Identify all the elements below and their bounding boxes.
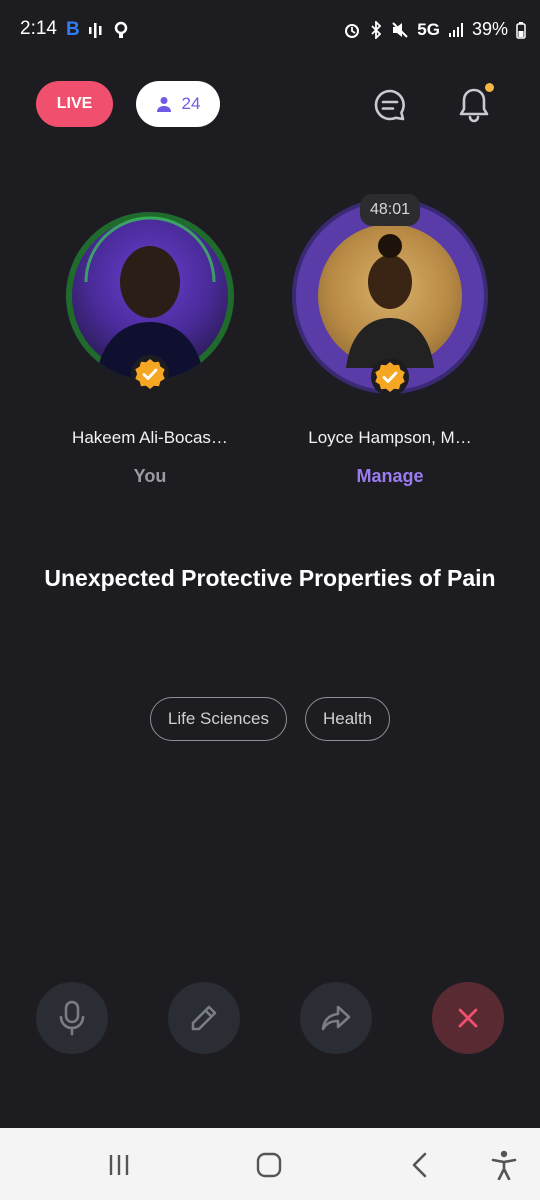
alarm-icon [345, 23, 360, 38]
share-arrow-icon [321, 1005, 351, 1031]
gesture-icon [114, 21, 127, 38]
microphone-button[interactable] [36, 982, 108, 1054]
home-button[interactable] [249, 1148, 289, 1182]
recent-apps-icon [109, 1155, 129, 1175]
person-icon [156, 97, 171, 112]
verified-badge-icon [371, 358, 409, 396]
notifications-button[interactable] [452, 83, 496, 127]
accessibility-icon [491, 1150, 517, 1180]
back-icon [412, 1152, 427, 1178]
bell-icon [459, 88, 489, 123]
manage-button[interactable]: Manage [270, 466, 510, 487]
status-left-icons: B [66, 19, 128, 41]
microphone-icon [59, 1000, 85, 1036]
system-navigation-bar [0, 1128, 540, 1200]
speaker-name: Loyce Hampson, M… [308, 428, 472, 447]
live-badge: LIVE [36, 81, 113, 127]
battery-icon [516, 21, 526, 39]
recent-apps-button[interactable] [99, 1148, 139, 1182]
close-icon [458, 1008, 478, 1028]
speaker-card[interactable]: 48:01 Loyce Hampson, M… Manage [270, 194, 510, 500]
topic-tag[interactable]: Health [304, 697, 391, 741]
home-icon [256, 1152, 282, 1178]
room-title: Unexpected Protective Properties of Pain [44, 565, 496, 591]
mute-icon [392, 21, 408, 38]
status-right-icons: 5G 39% [343, 19, 526, 40]
topic-tag[interactable]: Life Sciences [149, 697, 287, 741]
edit-button[interactable] [168, 982, 240, 1054]
back-button[interactable] [400, 1148, 440, 1182]
status-bar: 2:14 B 5G 39% [0, 0, 540, 62]
verified-badge-icon [131, 355, 169, 393]
speaker-name: Hakeem Ali-Bocas… [72, 428, 228, 447]
accessibility-button[interactable] [484, 1148, 524, 1182]
voice-bars-icon [88, 23, 102, 38]
signal-icon [448, 22, 463, 37]
b-app-icon: B [66, 19, 80, 40]
speaker-card[interactable]: Hakeem Ali-Bocas… You [30, 200, 270, 500]
listener-count: 24 [181, 94, 201, 113]
notification-dot [485, 83, 494, 92]
share-button[interactable] [300, 982, 372, 1054]
topic-tags: Life Sciences Health [0, 697, 540, 741]
bluetooth-icon [371, 20, 382, 39]
battery-level: 39% [471, 19, 508, 39]
speaker-timer: 48:01 [360, 194, 420, 226]
chat-icon [374, 89, 405, 121]
profile-photo-icon [318, 224, 462, 368]
network-label: 5G [417, 19, 440, 39]
chat-button[interactable] [368, 83, 412, 127]
pencil-icon [191, 1005, 217, 1031]
listeners-button[interactable]: 24 [136, 81, 220, 127]
speaker-role-label: You [133, 466, 167, 486]
leave-room-button[interactable] [432, 982, 504, 1054]
status-time: 2:14 [20, 18, 57, 39]
